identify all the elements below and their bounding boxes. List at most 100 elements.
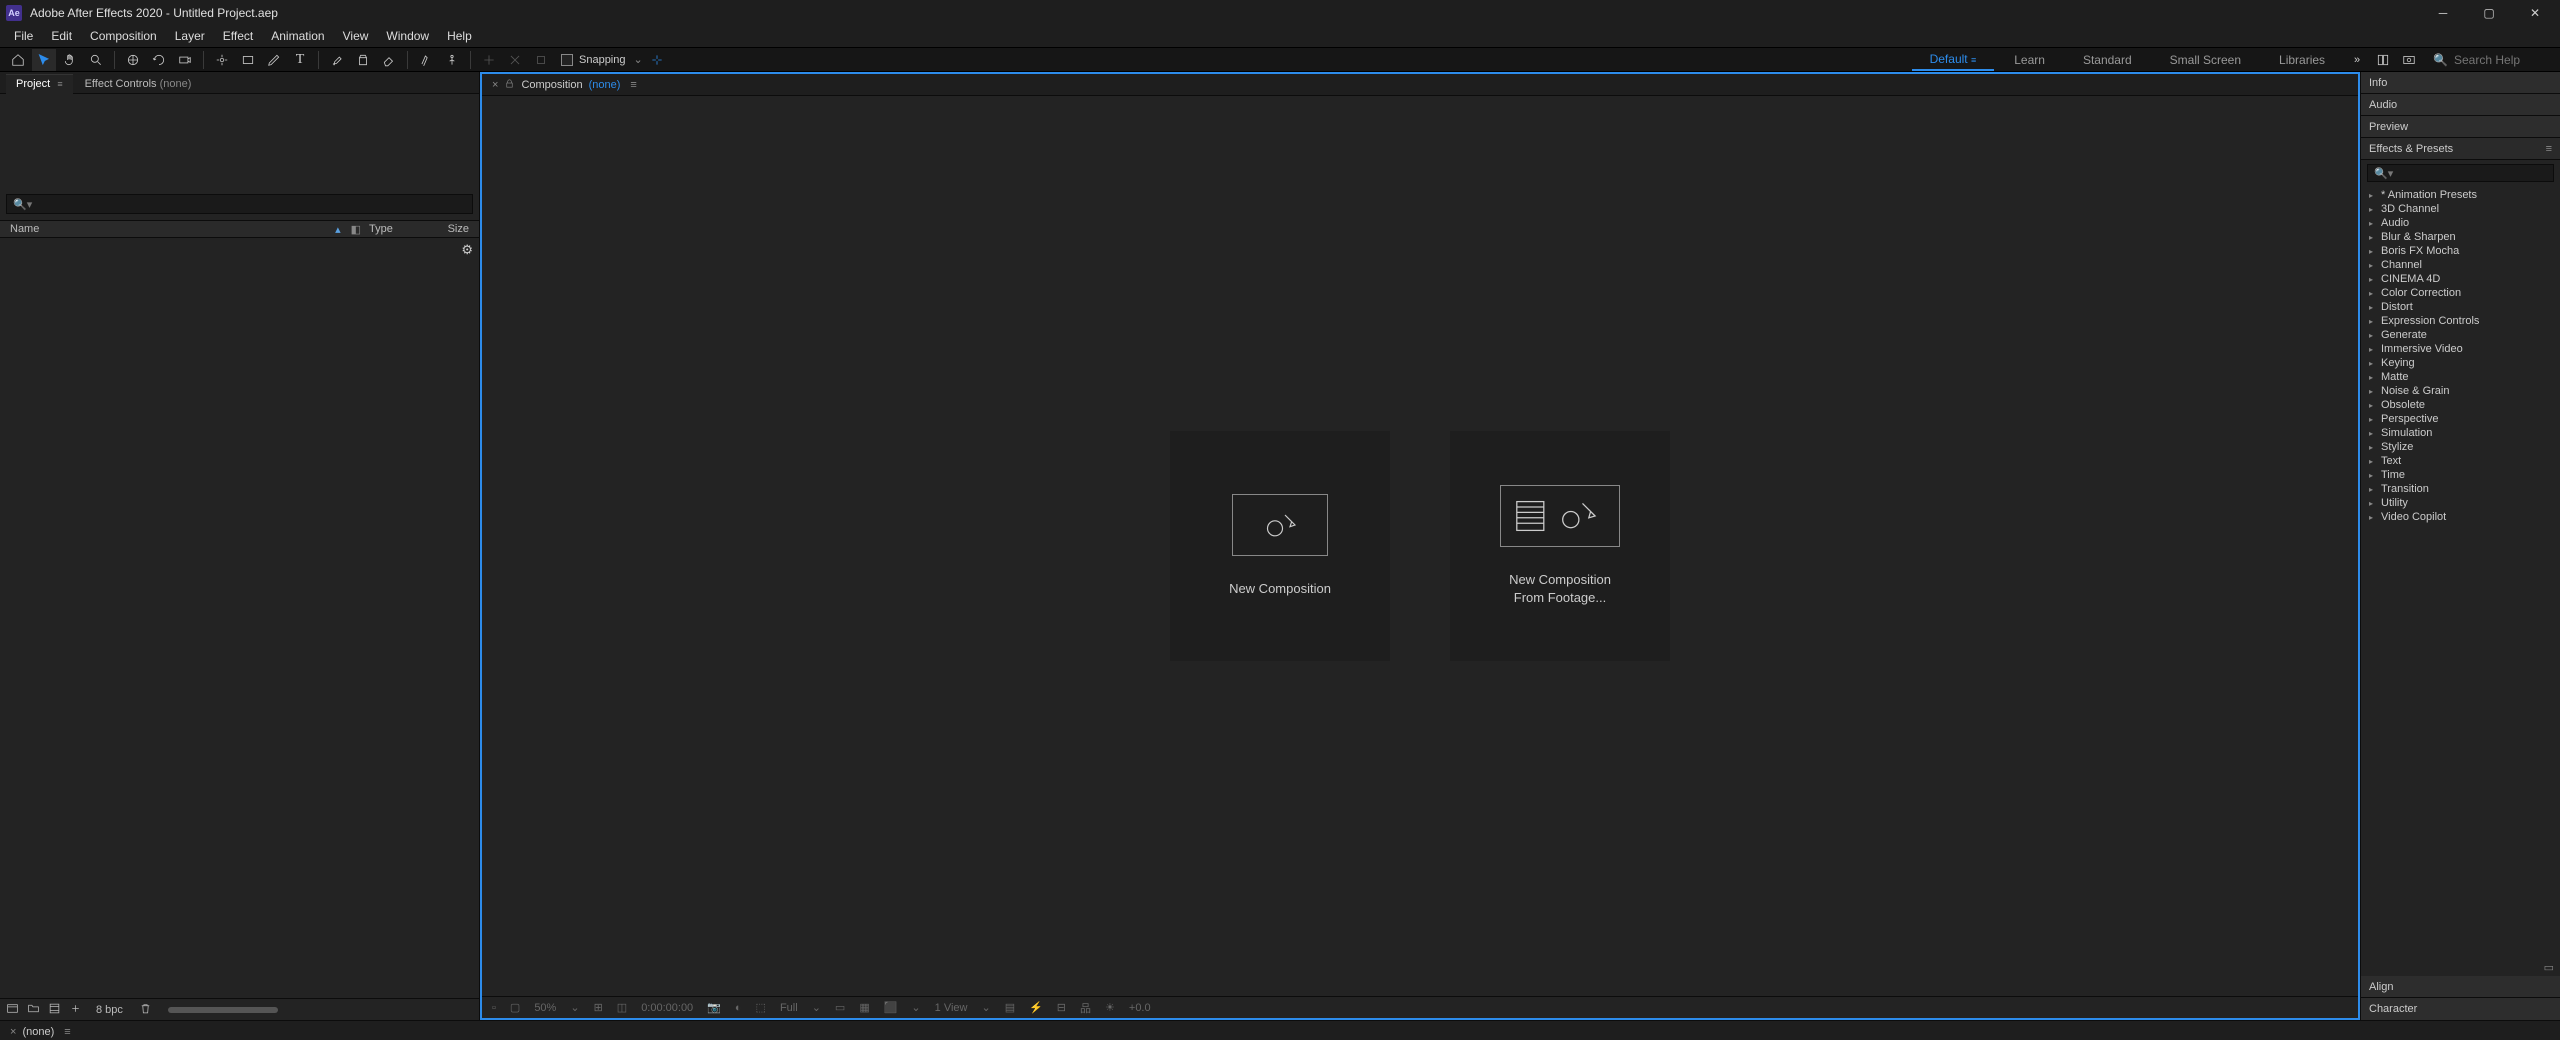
panel-preview[interactable]: Preview <box>2361 116 2560 138</box>
camera-tool[interactable] <box>173 49 197 71</box>
new-comp-icon[interactable] <box>48 1002 61 1018</box>
chevron-down-icon[interactable]: ⌄ <box>981 1001 990 1014</box>
home-button[interactable] <box>6 49 30 71</box>
menu-view[interactable]: View <box>335 27 377 45</box>
fx-category[interactable]: ▸Generate <box>2361 328 2560 342</box>
chevron-down-icon[interactable]: ⌄ <box>812 1001 821 1014</box>
fx-category[interactable]: ▸Utility <box>2361 496 2560 510</box>
grid-icon[interactable]: ⊞ <box>594 1001 603 1014</box>
search-help[interactable]: 🔍 <box>2433 53 2554 67</box>
rectangle-tool[interactable] <box>236 49 260 71</box>
workspace-default[interactable]: Default ≡ <box>1912 49 1995 71</box>
fx-category[interactable]: ▸* Animation Presets <box>2361 188 2560 202</box>
zoom-level[interactable]: 50% <box>534 1002 556 1014</box>
menu-edit[interactable]: Edit <box>43 27 80 45</box>
col-name[interactable]: Name <box>10 223 335 235</box>
trash-icon[interactable] <box>139 1002 152 1018</box>
current-time[interactable]: 0:00:00:00 <box>641 1002 693 1014</box>
local-axis-mode[interactable] <box>477 49 501 71</box>
tab-project[interactable]: Project ≡ <box>6 74 73 94</box>
pen-tool[interactable] <box>262 49 286 71</box>
zoom-tool[interactable] <box>84 49 108 71</box>
project-settings-icon[interactable] <box>69 1002 82 1018</box>
comp-flowchart-icon[interactable]: 品 <box>1080 1000 1091 1016</box>
rotation-tool[interactable] <box>147 49 171 71</box>
menu-layer[interactable]: Layer <box>167 27 213 45</box>
fx-category[interactable]: ▸Noise & Grain <box>2361 384 2560 398</box>
fast-previews-icon[interactable]: ⚡ <box>1029 1001 1043 1014</box>
transparency-grid-icon[interactable]: ▦ <box>859 1001 869 1014</box>
panel-menu-icon[interactable]: ≡ <box>64 1026 70 1038</box>
type-tool[interactable]: T <box>288 49 312 71</box>
fx-category[interactable]: ▸Keying <box>2361 356 2560 370</box>
new-composition-button[interactable]: New Composition <box>1170 431 1390 661</box>
sync-settings-icon[interactable] <box>2397 49 2421 71</box>
selection-tool[interactable] <box>32 49 56 71</box>
fx-category[interactable]: ▸Matte <box>2361 370 2560 384</box>
snapshot-icon[interactable]: 📷 <box>707 1001 721 1014</box>
workspace-libraries[interactable]: Libraries <box>2261 50 2343 70</box>
new-composition-from-footage-button[interactable]: New CompositionFrom Footage... <box>1450 431 1670 661</box>
project-search[interactable]: 🔍▾ <box>6 194 473 214</box>
world-axis-mode[interactable] <box>503 49 527 71</box>
col-type[interactable]: Type <box>369 223 429 235</box>
hand-tool[interactable] <box>58 49 82 71</box>
panel-menu-icon[interactable]: ≡ <box>630 79 636 91</box>
minimize-button[interactable]: ─ <box>2420 0 2466 25</box>
new-bin-icon[interactable]: ▭ <box>2544 961 2554 974</box>
chevron-down-icon[interactable]: ⌄ <box>911 1001 920 1014</box>
fx-category[interactable]: ▸Transition <box>2361 482 2560 496</box>
roi-icon[interactable]: ▭ <box>835 1001 845 1014</box>
panel-info[interactable]: Info <box>2361 72 2560 94</box>
close-tab-icon[interactable]: × <box>492 79 498 91</box>
workspace-small-screen[interactable]: Small Screen <box>2152 50 2259 70</box>
snapping-toggle[interactable]: Snapping ⌄ <box>561 53 643 66</box>
snap-to-edge-icon[interactable] <box>645 49 669 71</box>
fx-category[interactable]: ▸Expression Controls <box>2361 314 2560 328</box>
fx-category[interactable]: ▸Color Correction <box>2361 286 2560 300</box>
maximize-button[interactable]: ▢ <box>2466 0 2512 25</box>
pan-behind-tool[interactable] <box>210 49 234 71</box>
menu-help[interactable]: Help <box>439 27 480 45</box>
reset-exposure-icon[interactable]: ⬚ <box>756 1001 766 1014</box>
tab-effect-controls[interactable]: Effect Controls (none) <box>75 75 202 93</box>
panel-menu-icon[interactable]: ≡ <box>57 79 62 89</box>
panel-audio[interactable]: Audio <box>2361 94 2560 116</box>
new-folder-icon[interactable] <box>27 1002 40 1018</box>
magnification-icon[interactable]: ▢ <box>510 1001 520 1014</box>
close-tab-icon[interactable]: × <box>10 1026 16 1038</box>
fx-category[interactable]: ▸Channel <box>2361 258 2560 272</box>
col-size[interactable]: Size <box>429 223 469 235</box>
timeline-icon[interactable]: ⊟ <box>1057 1001 1066 1014</box>
label-col-icon[interactable]: ◧ <box>351 223 361 236</box>
flowchart-icon[interactable]: ⚙ <box>461 242 473 258</box>
fx-category[interactable]: ▸CINEMA 4D <box>2361 272 2560 286</box>
fx-category[interactable]: ▸Stylize <box>2361 440 2560 454</box>
fx-category[interactable]: ▸Blur & Sharpen <box>2361 230 2560 244</box>
color-depth[interactable]: 8 bpc <box>96 1004 123 1016</box>
puppet-pin-tool[interactable] <box>440 49 464 71</box>
fx-category[interactable]: ▸Distort <box>2361 300 2560 314</box>
fx-category[interactable]: ▸3D Channel <box>2361 202 2560 216</box>
close-button[interactable]: ✕ <box>2512 0 2558 25</box>
workspace-standard[interactable]: Standard <box>2065 50 2150 70</box>
orbit-tool[interactable] <box>121 49 145 71</box>
fx-category[interactable]: ▸Time <box>2361 468 2560 482</box>
project-column-header[interactable]: Name ▴ ◧ Type Size <box>0 220 479 238</box>
chevron-down-icon[interactable]: ⌄ <box>634 53 643 66</box>
fx-category[interactable]: ▸Audio <box>2361 216 2560 230</box>
brush-tool[interactable] <box>325 49 349 71</box>
fx-category[interactable]: ▸Text <box>2361 454 2560 468</box>
workspace-overflow[interactable]: » <box>2345 49 2369 71</box>
lock-icon[interactable] <box>504 78 515 92</box>
3d-view-icon[interactable]: ⬛ <box>884 1001 898 1014</box>
fx-category[interactable]: ▸Video Copilot <box>2361 510 2560 524</box>
roto-brush-tool[interactable] <box>414 49 438 71</box>
view-axis-mode[interactable] <box>529 49 553 71</box>
panel-align[interactable]: Align <box>2361 976 2560 998</box>
project-item-list[interactable]: ⚙ <box>0 238 479 998</box>
resolution[interactable]: Full <box>780 1002 798 1014</box>
fx-category[interactable]: ▸Immersive Video <box>2361 342 2560 356</box>
eraser-tool[interactable] <box>377 49 401 71</box>
effects-search[interactable]: 🔍▾ <box>2367 164 2554 182</box>
